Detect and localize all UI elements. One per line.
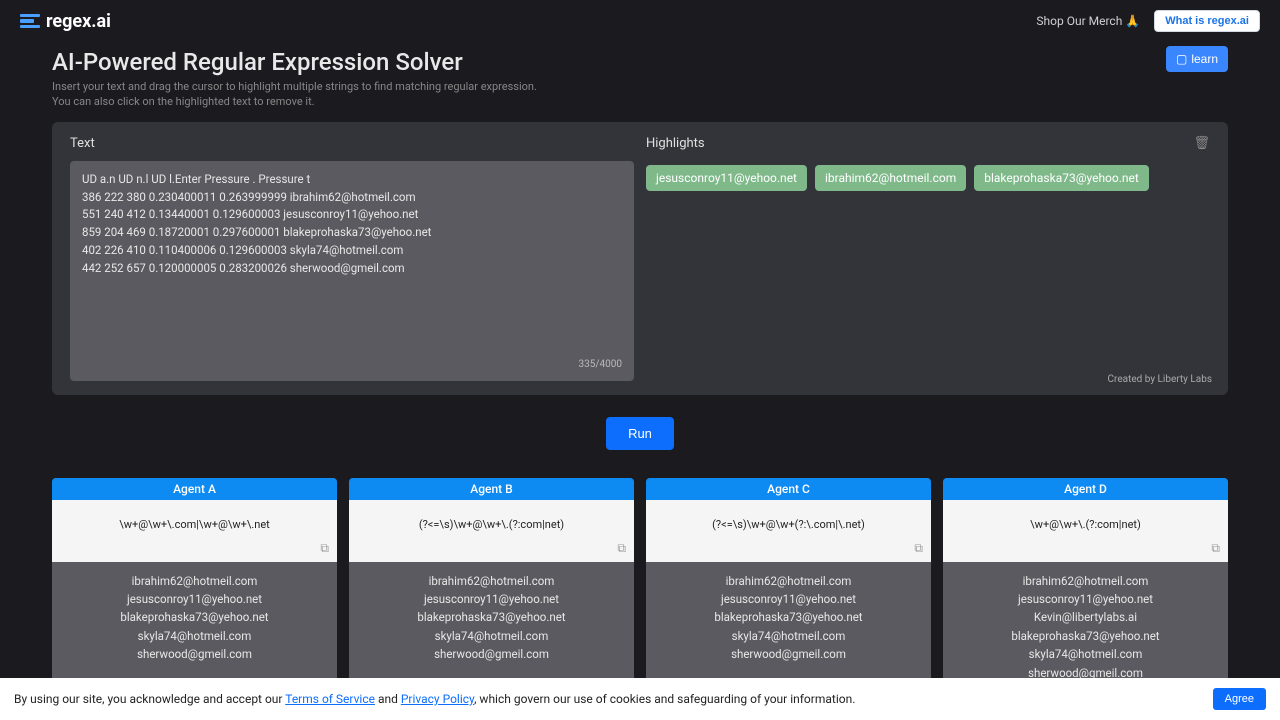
header-right: Shop Our Merch 🙏 What is regex.ai xyxy=(1036,10,1260,32)
match-item: skyla74@hotmeil.com xyxy=(60,627,329,645)
match-item: ibrahim62@hotmeil.com xyxy=(357,572,626,590)
page-title: AI-Powered Regular Expression Solver xyxy=(52,48,537,76)
trash-icon[interactable]: 🗑 xyxy=(1193,136,1210,151)
privacy-link[interactable]: Privacy Policy xyxy=(401,692,474,706)
match-item: jesusconroy11@yehoo.net xyxy=(654,590,923,608)
agent-card: Agent B(?<=\s)\w+@\w+\.(?:com|net)⧉ibrah… xyxy=(349,478,634,698)
agent-card: Agent D\w+@\w+\.(?:com|net)⧉ ibrahim62@ho… xyxy=(943,478,1228,698)
highlights-label: Highlights xyxy=(646,136,705,151)
copy-icon[interactable]: ⧉ xyxy=(914,541,923,556)
highlight-chip[interactable]: jesusconroy11@yehoo.net xyxy=(646,165,807,191)
agent-card: Agent C(?<=\s)\w+@\w+(?:\.com|\.net)⧉ibr… xyxy=(646,478,931,698)
match-item: skyla74@hotmeil.com xyxy=(654,627,923,645)
match-item: jesusconroy11@yehoo.net xyxy=(60,590,329,608)
text-input[interactable]: UD a.n UD n.l UD l.Enter Pressure . Pres… xyxy=(70,161,634,381)
match-item: blakeprohaska73@yehoo.net xyxy=(357,608,626,626)
copy-icon[interactable]: ⧉ xyxy=(617,541,626,556)
terms-link[interactable]: Terms of Service xyxy=(285,692,375,706)
match-item: ibrahim62@hotmeil.com xyxy=(60,572,329,590)
run-button[interactable]: Run xyxy=(606,417,674,450)
text-content: UD a.n UD n.l UD l.Enter Pressure . Pres… xyxy=(82,171,622,278)
match-item: blakeprohaska73@yehoo.net xyxy=(951,627,1220,645)
logo-icon xyxy=(20,14,40,28)
match-item: skyla74@hotmeil.com xyxy=(951,645,1220,663)
copy-icon[interactable]: ⧉ xyxy=(320,541,329,556)
agent-name: Agent D xyxy=(943,478,1228,500)
agent-regex: \w+@\w+\.(?:com|net)⧉ xyxy=(943,500,1228,562)
agent-matches: ibrahim62@hotmeil.comjesusconroy11@yehoo… xyxy=(349,562,634,680)
agent-regex: (?<=\s)\w+@\w+\.(?:com|net)⧉ xyxy=(349,500,634,562)
cookie-text: By using our site, you acknowledge and a… xyxy=(14,692,855,706)
header: regex.ai Shop Our Merch 🙏 What is regex.… xyxy=(0,0,1280,42)
match-item: blakeprohaska73@yehoo.net xyxy=(654,608,923,626)
match-item: jesusconroy11@yehoo.net xyxy=(951,590,1220,608)
match-item: ibrahim62@hotmeil.com xyxy=(654,572,923,590)
page-subtitle: Insert your text and drag the cursor to … xyxy=(52,80,537,110)
match-item: jesusconroy11@yehoo.net xyxy=(357,590,626,608)
logo-text: regex.ai xyxy=(46,11,111,32)
agent-name: Agent B xyxy=(349,478,634,500)
main-panel: Text UD a.n UD n.l UD l.Enter Pressure .… xyxy=(52,122,1228,395)
what-is-button[interactable]: What is regex.ai xyxy=(1154,10,1260,32)
agent-name: Agent A xyxy=(52,478,337,500)
cookie-banner: By using our site, you acknowledge and a… xyxy=(0,678,1280,720)
highlights-side: Highlights 🗑 jesusconroy11@yehoo.net ibra… xyxy=(646,136,1210,381)
match-item: sherwood@gmeil.com xyxy=(357,645,626,663)
match-item: blakeprohaska73@yehoo.net xyxy=(60,608,329,626)
match-item: skyla74@hotmeil.com xyxy=(357,627,626,645)
agents-row: Agent A\w+@\w+\.com|\w+@\w+\.net⧉ibrahim… xyxy=(52,478,1228,698)
book-icon: ▢ xyxy=(1176,52,1187,66)
shop-merch-link[interactable]: Shop Our Merch 🙏 xyxy=(1036,14,1140,28)
match-item: sherwood@gmeil.com xyxy=(654,645,923,663)
agent-matches: ibrahim62@hotmeil.comjesusconroy11@yehoo… xyxy=(52,562,337,680)
title-row: AI-Powered Regular Expression Solver Ins… xyxy=(52,42,1228,110)
credit-text: Created by Liberty Labs xyxy=(1108,374,1212,385)
agent-matches: ibrahim62@hotmeil.comjesusconroy11@yehoo… xyxy=(646,562,931,680)
match-item: ibrahim62@hotmeil.com xyxy=(951,572,1220,590)
learn-button[interactable]: ▢ learn xyxy=(1166,46,1228,72)
match-item: Kevin@libertylabs.ai xyxy=(951,608,1220,626)
highlight-chip[interactable]: ibrahim62@hotmeil.com xyxy=(815,165,966,191)
agent-regex: \w+@\w+\.com|\w+@\w+\.net⧉ xyxy=(52,500,337,562)
highlight-chips: jesusconroy11@yehoo.net ibrahim62@hotmeil… xyxy=(646,165,1210,191)
agent-regex: (?<=\s)\w+@\w+(?:\.com|\.net)⧉ xyxy=(646,500,931,562)
agent-card: Agent A\w+@\w+\.com|\w+@\w+\.net⧉ibrahim… xyxy=(52,478,337,698)
text-side: Text UD a.n UD n.l UD l.Enter Pressure .… xyxy=(70,136,634,381)
agree-button[interactable]: Agree xyxy=(1213,688,1266,710)
logo[interactable]: regex.ai xyxy=(20,11,111,32)
agent-name: Agent C xyxy=(646,478,931,500)
text-label: Text xyxy=(70,136,634,151)
match-item: sherwood@gmeil.com xyxy=(60,645,329,663)
char-count: 335/4000 xyxy=(579,357,622,373)
copy-icon[interactable]: ⧉ xyxy=(1211,541,1220,556)
highlight-chip[interactable]: blakeprohaska73@yehoo.net xyxy=(974,165,1149,191)
